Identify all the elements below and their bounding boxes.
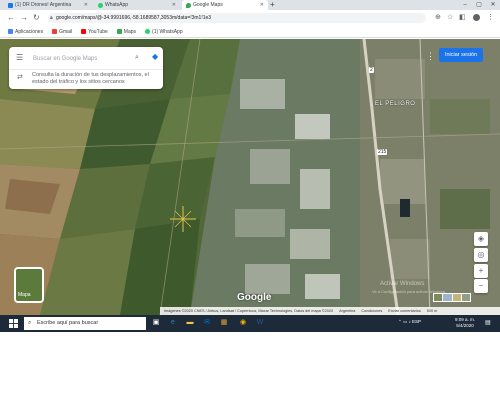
imagery-thumbnails[interactable] (433, 293, 471, 302)
profile-avatar[interactable] (473, 14, 480, 21)
taskbar-search-placeholder: Escribe aquí para buscar (37, 320, 99, 326)
taskbar-search-input[interactable]: ⌕ Escribe aquí para buscar (24, 317, 146, 330)
window-controls: – ▢ ✕ (458, 0, 500, 10)
bookmark-youtube[interactable]: YouTube (81, 29, 108, 35)
whatsapp-icon (98, 2, 103, 8)
activation-watermark: Activar Windows (380, 281, 425, 287)
maps-search-input[interactable]: Buscar en Google Maps (33, 56, 97, 62)
edge-icon[interactable]: e (168, 318, 178, 328)
reload-icon[interactable]: ↻ (33, 13, 40, 22)
bookmark-label: (1) WhatsApp (152, 28, 183, 35)
mail-icon[interactable]: ✉ (202, 318, 212, 328)
apps-grid-icon (8, 29, 13, 34)
scale-bar[interactable]: 500 m (427, 307, 438, 315)
feedback-link[interactable]: Enviar comentarios (388, 307, 421, 315)
word-icon[interactable]: W (255, 318, 265, 328)
route-marker: 2 (369, 67, 374, 73)
screen: (1) DR Drones! Argentina ✕ WhatsApp ✕ Go… (0, 0, 500, 332)
route-marker: 215 (377, 149, 388, 155)
chrome-icon[interactable]: ◉ (238, 318, 248, 328)
maximize-button[interactable]: ▢ (472, 0, 486, 10)
task-view-icon[interactable]: ▣ (151, 318, 161, 328)
tab-google-maps[interactable]: Google Maps ✕ (182, 0, 268, 10)
tab-label: Google Maps (193, 2, 223, 8)
bookmark-apps[interactable]: Aplicaciones (8, 29, 43, 35)
bookmark-gmail[interactable]: Gmail (52, 29, 72, 35)
whatsapp-icon (145, 29, 151, 34)
notification-icon[interactable]: ▤ (485, 319, 491, 326)
map-attribution: Imágenes ©2020 CNES / Airbus, Landsat / … (164, 309, 334, 313)
search-icon: ⌕ (28, 320, 32, 326)
map-footer: Imágenes ©2020 CNES / Airbus, Landsat / … (160, 307, 500, 315)
windows-start-icon[interactable] (9, 319, 18, 328)
gmail-icon (52, 29, 58, 34)
sign-in-button[interactable]: Iniciar sesión (439, 48, 483, 62)
windows-taskbar: ⌕ Escribe aquí para buscar ▣ e ▬ ✉ ▦ ◉ W… (0, 315, 500, 332)
bookmark-star-icon[interactable]: ☆ (447, 13, 453, 21)
my-location-icon[interactable]: ◎ (474, 248, 488, 262)
bookmark-label: Maps (123, 28, 137, 35)
divider (9, 69, 163, 70)
file-explorer-icon[interactable]: ▬ (185, 318, 195, 328)
bookmark-label: YouTube (88, 28, 108, 35)
bookmark-label: Gmail (59, 28, 73, 35)
youtube-icon (81, 29, 87, 34)
tab-label: (1) DR Drones! Argentina (15, 2, 72, 8)
language-indicator[interactable]: ESP (412, 319, 421, 324)
compass-icon[interactable]: ◈ (474, 232, 488, 246)
more-menu-icon[interactable]: ⋮ (487, 13, 494, 21)
minimize-button[interactable]: – (458, 0, 472, 10)
forward-arrow-icon[interactable]: → (20, 13, 28, 22)
maps-icon (116, 29, 122, 34)
google-logo: Google (237, 292, 272, 303)
maps-search-card: ☰ Buscar en Google Maps ⌕ ◆ ⇄ Consulta l… (9, 47, 163, 89)
system-tray[interactable]: ⌃ ▭ ♪ ESP (398, 319, 421, 325)
address-bar[interactable]: 🔒︎ google.com/maps/@-34.9991696,-58.1689… (48, 13, 426, 23)
zoom-in-button[interactable]: + (474, 264, 488, 278)
back-arrow-icon[interactable]: ← (7, 13, 15, 22)
lock-icon: 🔒︎ (50, 15, 53, 21)
bookmark-label: Aplicaciones (15, 28, 44, 35)
commute-hint[interactable]: Consulta la duración de tus desplazamien… (32, 72, 160, 86)
layers-toggle[interactable]: Mapa (14, 267, 44, 303)
crosshair-icon (170, 206, 196, 232)
extension-icon[interactable]: ◧ (459, 13, 466, 21)
thumbnail[interactable] (434, 294, 443, 301)
tab-facebook[interactable]: (1) DR Drones! Argentina ✕ (4, 0, 92, 10)
address-text: google.com/maps/@-34.9991696,-58.1689587… (56, 15, 212, 21)
tab-label: WhatsApp (105, 2, 129, 8)
location-icon[interactable]: ⊕ (435, 13, 441, 21)
taskbar-clock[interactable]: 9:09 a. m. 5/4/2020 (452, 317, 478, 329)
facebook-icon (8, 2, 13, 8)
country-link[interactable]: Argentina (339, 307, 355, 315)
thumbnail[interactable] (452, 294, 461, 301)
close-icon[interactable]: ✕ (84, 2, 88, 8)
layers-label: Mapa (18, 292, 31, 298)
thumbnail[interactable] (461, 294, 470, 301)
thumbnail[interactable] (443, 294, 452, 301)
terms-link[interactable]: Condiciones (361, 307, 382, 315)
close-icon[interactable]: ✕ (172, 2, 176, 8)
new-tab-button[interactable]: + (270, 0, 275, 10)
car-icon: ⇄ (17, 74, 23, 81)
zoom-out-button[interactable]: − (474, 279, 488, 293)
search-icon[interactable]: ⌕ (135, 54, 139, 62)
directions-icon[interactable]: ◆ (152, 53, 160, 61)
bookmark-whatsapp[interactable]: (1) WhatsApp (145, 29, 183, 35)
clock-date: 5/4/2020 (456, 323, 474, 328)
maps-pin-icon (186, 2, 191, 8)
browser-toolbar: ← → ↻ 🔒︎ google.com/maps/@-34.9991696,-5… (0, 10, 500, 26)
tab-whatsapp[interactable]: WhatsApp ✕ (94, 0, 180, 10)
close-window-button[interactable]: ✕ (486, 0, 500, 10)
store-icon[interactable]: ▦ (219, 318, 229, 328)
bookmark-maps[interactable]: Maps (116, 28, 137, 35)
close-icon[interactable]: ✕ (260, 2, 264, 8)
tab-strip: (1) DR Drones! Argentina ✕ WhatsApp ✕ Go… (0, 0, 500, 10)
hamburger-menu-icon[interactable]: ☰ (16, 53, 23, 62)
place-label[interactable]: EL PELIGRO (375, 101, 415, 107)
bookmarks-bar: Aplicaciones Gmail YouTube Maps (1) What… (0, 26, 500, 38)
